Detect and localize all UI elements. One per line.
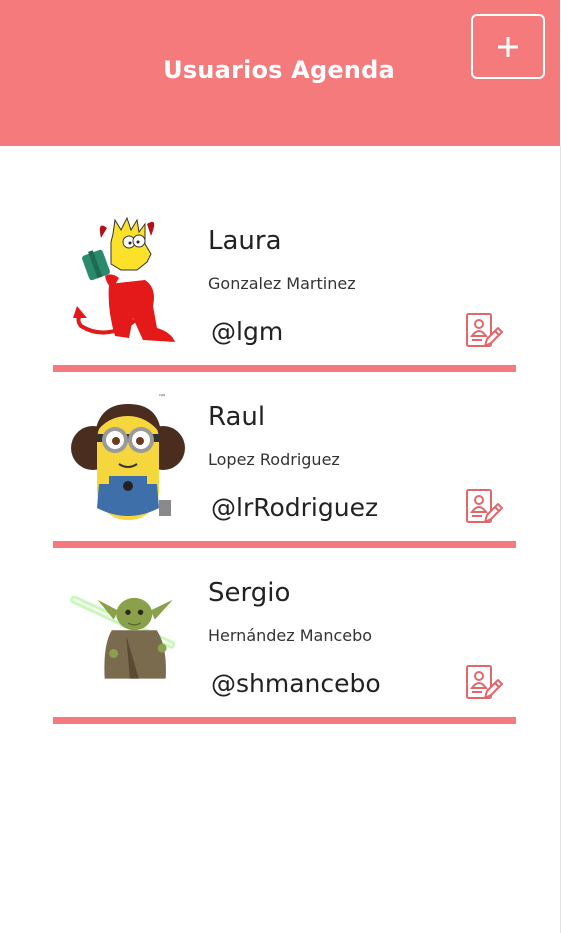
user-list: Laura Gonzalez Martinez @lgm ʳᵍᵃ Raul Lo…	[53, 200, 516, 728]
card-divider	[53, 717, 516, 724]
svg-text:ʳᵍᵃ: ʳᵍᵃ	[159, 393, 165, 400]
user-card[interactable]: Sergio Hernández Mancebo @shmancebo	[53, 552, 516, 728]
minion-avatar: ʳᵍᵃ	[71, 393, 185, 520]
user-handle: @lrRodriguez	[211, 493, 379, 522]
user-surname: Hernández Mancebo	[208, 626, 373, 645]
edit-contact-icon	[466, 313, 503, 347]
card-divider	[53, 365, 516, 372]
card-divider	[53, 541, 516, 548]
add-user-button[interactable]	[471, 14, 545, 79]
edit-user-button[interactable]	[465, 488, 503, 526]
app-header: Usuarios Agenda	[0, 0, 560, 146]
edit-contact-icon	[466, 489, 503, 523]
user-handle: @shmancebo	[211, 669, 381, 698]
user-name: Sergio	[208, 578, 291, 608]
user-surname: Lopez Rodriguez	[208, 450, 340, 469]
user-handle: @lgm	[211, 317, 284, 346]
user-name: Raul	[208, 402, 266, 432]
edit-user-button[interactable]	[465, 664, 503, 702]
user-card[interactable]: ʳᵍᵃ Raul Lopez Rodriguez @lrRodriguez	[53, 376, 516, 552]
devil-bart-avatar	[73, 216, 175, 342]
edit-contact-icon	[466, 665, 503, 699]
user-surname: Gonzalez Martinez	[208, 274, 356, 293]
user-name: Laura	[208, 226, 282, 256]
yoda-avatar	[70, 595, 176, 679]
plus-icon	[498, 36, 518, 57]
user-card[interactable]: Laura Gonzalez Martinez @lgm	[53, 200, 516, 376]
edit-user-button[interactable]	[465, 312, 503, 350]
